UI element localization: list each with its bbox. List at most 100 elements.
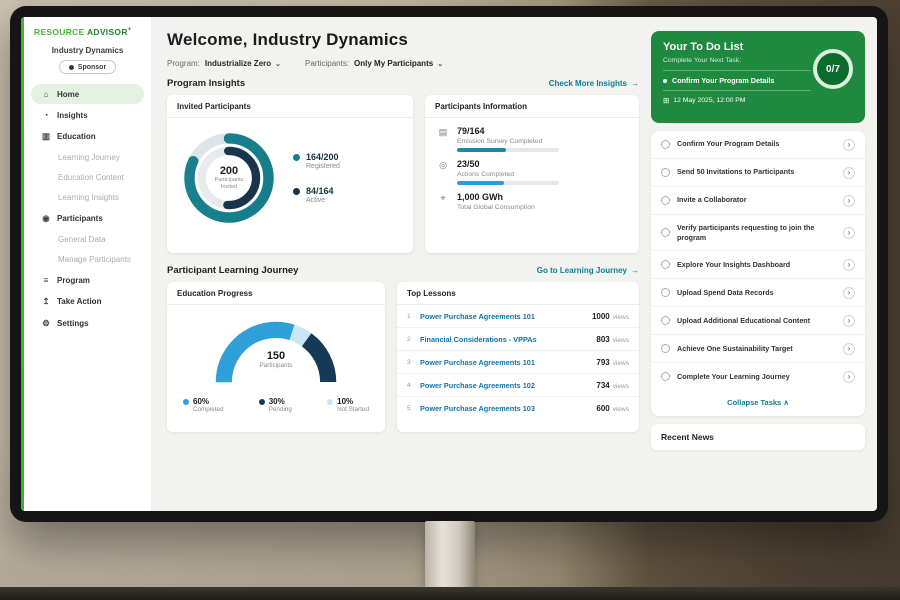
brand-secondary: ADVISOR [87,27,128,37]
todo-task-row[interactable]: Upload Additional Educational Content› [651,307,865,335]
card-title: Top Lessons [397,282,639,305]
task-chevron-button[interactable]: › [843,259,855,271]
arrow-right-icon: → [631,79,639,88]
sidebar-item-label: Participants [57,214,103,223]
task-chevron-button[interactable]: › [843,227,855,239]
lesson-views-label: views [613,360,629,367]
task-chevron-button[interactable]: › [843,287,855,299]
take-action-icon: ↥ [41,296,51,307]
task-chevron-button[interactable]: › [843,315,855,327]
lesson-link[interactable]: Power Purchase Agreements 103 [420,404,596,413]
sidebar-item-learning-journey[interactable]: Learning Journey [31,148,144,167]
todo-task-row[interactable]: Complete Your Learning Journey› [651,363,865,390]
participant-stat: ▤79/164Emission Survey Completed [437,126,627,152]
lesson-views: 600views [596,404,629,413]
sidebar-item-education-content[interactable]: Education Content [31,168,144,187]
task-label: Explore Your Insights Dashboard [677,260,836,270]
sidebar-item-insights[interactable]: ◔Insights [31,105,144,125]
gauge-value: 150 [201,350,351,362]
sidebar-item-learning-insights[interactable]: Learning Insights [31,188,144,207]
invited-card-body: 200 Participants Invited 164/200Register… [167,118,413,238]
legend-text: 60%Completed [193,397,223,413]
stat-progress-track [457,148,559,152]
collapse-tasks-link[interactable]: Collapse Tasks ∧ [651,390,865,416]
sidebar-item-manage-participants[interactable]: Manage Participants [31,250,144,269]
top-lessons-list: 1Power Purchase Agreements 1011000views2… [397,305,639,419]
program-insights-header: Program Insights Check More Insights → [167,78,639,89]
check-more-insights-link[interactable]: Check More Insights → [549,79,639,88]
gauge-legend: 60%Completed30%Pending10%Not Started [175,392,377,413]
actions-icon: ◎ [437,160,449,185]
program-label: Program: [167,59,200,68]
task-checkbox[interactable] [661,344,670,353]
sidebar-item-program[interactable]: ≡Program [31,270,144,290]
legend-dot [293,154,300,161]
task-checkbox[interactable] [661,228,670,237]
sidebar-item-label: Education Content [58,173,124,182]
lesson-views-label: views [613,383,629,390]
org-name: Industry Dynamics [24,46,151,55]
lesson-link[interactable]: Power Purchase Agreements 101 [420,312,592,321]
task-checkbox[interactable] [661,372,670,381]
sidebar: RESOURCE ADVISOR+ Industry Dynamics Spon… [21,17,151,511]
todo-task-row[interactable]: Invite a Collaborator› [651,187,865,215]
sidebar-item-settings[interactable]: ⚙Settings [31,313,144,334]
sidebar-item-general-data[interactable]: General Data [31,230,144,249]
legend-dot [259,399,265,405]
stat-content: 1,000 GWhTotal Global Consumption [457,192,535,214]
todo-task-row[interactable]: Verify participants requesting to join t… [651,215,865,251]
todo-next-task[interactable]: Confirm Your Program Details [663,70,811,91]
stat-value: 1,000 GWh [457,192,535,202]
task-checkbox[interactable] [661,288,670,297]
main-content: Welcome, Industry Dynamics Program: Indu… [151,17,651,511]
stat-label: Actions Completed [457,171,559,178]
legend-value: 84/164 [306,186,334,196]
program-filter: Program: Industrialize Zero ⌄ [167,59,281,68]
lesson-views: 793views [596,358,629,367]
task-checkbox[interactable] [661,168,670,177]
participants-filter: Participants: Only My Participants ⌄ [305,59,443,68]
chevron-up-icon: ∧ [783,398,789,407]
participant-stat: ◎23/50Actions Completed [437,159,627,185]
todo-task-row[interactable]: Send 50 Invitations to Participants› [651,159,865,187]
todo-task-row[interactable]: Confirm Your Program Details› [651,131,865,159]
todo-task-row[interactable]: Explore Your Insights Dashboard › [651,251,865,279]
task-chevron-button[interactable]: › [843,343,855,355]
arrow-right-icon: → [631,266,639,275]
learning-journey-header: Participant Learning Journey Go to Learn… [167,265,639,276]
task-chevron-button[interactable]: › [843,167,855,179]
sidebar-item-label: Manage Participants [58,255,131,264]
sidebar-item-label: Take Action [57,297,101,306]
monitor: RESOURCE ADVISOR+ Industry Dynamics Spon… [10,6,888,522]
task-checkbox[interactable] [661,316,670,325]
lesson-link[interactable]: Power Purchase Agreements 101 [420,358,596,367]
sidebar-item-home[interactable]: ⌂Home [31,84,144,104]
lesson-link[interactable]: Financial Considerations - VPPAs [420,335,596,344]
lesson-rank: 5 [407,405,420,412]
task-checkbox[interactable] [661,140,670,149]
gauge-legend-item: 60%Completed [183,397,223,413]
program-select[interactable]: Industrialize Zero ⌄ [205,59,281,68]
task-chevron-button[interactable]: › [843,195,855,207]
task-chevron-button[interactable]: › [843,139,855,151]
task-checkbox[interactable] [661,260,670,269]
participants-select[interactable]: Only My Participants ⌄ [354,59,443,68]
todo-task-row[interactable]: Upload Spend Data Records› [651,279,865,307]
lesson-row: 3Power Purchase Agreements 101793views [397,351,639,374]
sidebar-item-take-action[interactable]: ↥ Take Action [31,291,144,312]
card-title: Participants Information [425,95,639,118]
sidebar-item-education[interactable]: ▥Education [31,126,144,147]
todo-task-row[interactable]: Achieve One Sustainability Target› [651,335,865,363]
go-to-learning-journey-link[interactable]: Go to Learning Journey → [537,266,639,275]
task-chevron-button[interactable]: › [843,371,855,383]
legend-value: 30% [269,397,292,406]
sponsor-badge[interactable]: Sponsor [59,60,116,74]
lesson-rank: 4 [407,382,420,389]
lesson-link[interactable]: Power Purchase Agreements 102 [420,381,596,390]
insights-icon: ◔ [41,110,51,120]
todo-summary-card: Your To Do List Complete Your Next Task:… [651,31,865,123]
stat-label: Emission Survey Completed [457,138,559,145]
sidebar-item-participants[interactable]: ◉Participants [31,208,144,229]
lesson-views: 734views [596,381,629,390]
task-checkbox[interactable] [661,196,670,205]
